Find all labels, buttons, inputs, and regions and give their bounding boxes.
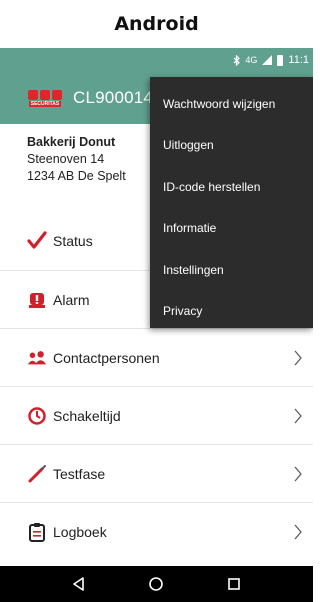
menu-item-id-code-herstellen[interactable]: ID-code herstellen [150, 166, 313, 208]
list-item-label: Schakeltijd [53, 407, 121, 424]
list-item-label: Status [53, 233, 93, 249]
list-item-label: Alarm [53, 291, 90, 308]
battery-icon [277, 54, 284, 66]
clock-icon [27, 406, 47, 426]
clock-time: 11:1 [288, 54, 309, 66]
clipboard-icon [27, 522, 47, 542]
chevron-right-icon [294, 408, 302, 424]
list-item-testfase[interactable]: Testfase [0, 444, 313, 502]
status-bar: 4G 11:1 [0, 48, 313, 72]
chevron-right-icon [294, 466, 302, 482]
list-item-logboek[interactable]: Logboek [0, 502, 313, 560]
overflow-menu: Wachtwoord wijzigen Uitloggen ID-code he… [150, 77, 313, 328]
system-nav-bar [0, 566, 313, 602]
list-item-schakeltijd[interactable]: Schakeltijd [0, 386, 313, 444]
customer-address: Bakkerij Donut Steenoven 14 1234 AB De S… [27, 134, 126, 185]
chevron-right-icon [294, 524, 302, 540]
list-item-contactpersonen[interactable]: Contactpersonen [0, 328, 313, 386]
app-title: CL900014 [73, 88, 154, 107]
customer-name: Bakkerij Donut [27, 135, 116, 149]
list-item-label: Testfase [53, 465, 106, 482]
alarm-icon [27, 290, 47, 310]
recents-icon[interactable] [226, 576, 242, 592]
menu-item-instellingen[interactable]: Instellingen [150, 249, 313, 291]
home-icon[interactable] [148, 576, 164, 592]
menu-item-wachtwoord-wijzigen[interactable]: Wachtwoord wijzigen [150, 83, 313, 125]
network-type: 4G [245, 55, 258, 65]
menu-item-uitloggen[interactable]: Uitloggen [150, 125, 313, 167]
signal-icon [262, 55, 273, 65]
securitas-logo: SECURITAS [27, 88, 63, 108]
pen-icon [27, 464, 47, 484]
platform-caption: Android [114, 13, 199, 35]
chevron-right-icon [294, 350, 302, 366]
back-icon[interactable] [71, 576, 87, 592]
people-icon [27, 348, 47, 368]
phone-screen: 4G 11:1 SECURITAS CL900014 Bakkerij Donu… [0, 48, 313, 602]
list-item-label: Logboek [53, 523, 107, 540]
bluetooth-icon [233, 54, 241, 66]
list-item-label: Contactpersonen [53, 349, 160, 366]
customer-city: 1234 AB De Spelt [27, 169, 126, 183]
customer-street: Steenoven 14 [27, 152, 105, 166]
menu-item-privacy[interactable]: Privacy [150, 291, 313, 333]
menu-item-informatie[interactable]: Informatie [150, 208, 313, 250]
checkmark-icon [27, 231, 47, 251]
